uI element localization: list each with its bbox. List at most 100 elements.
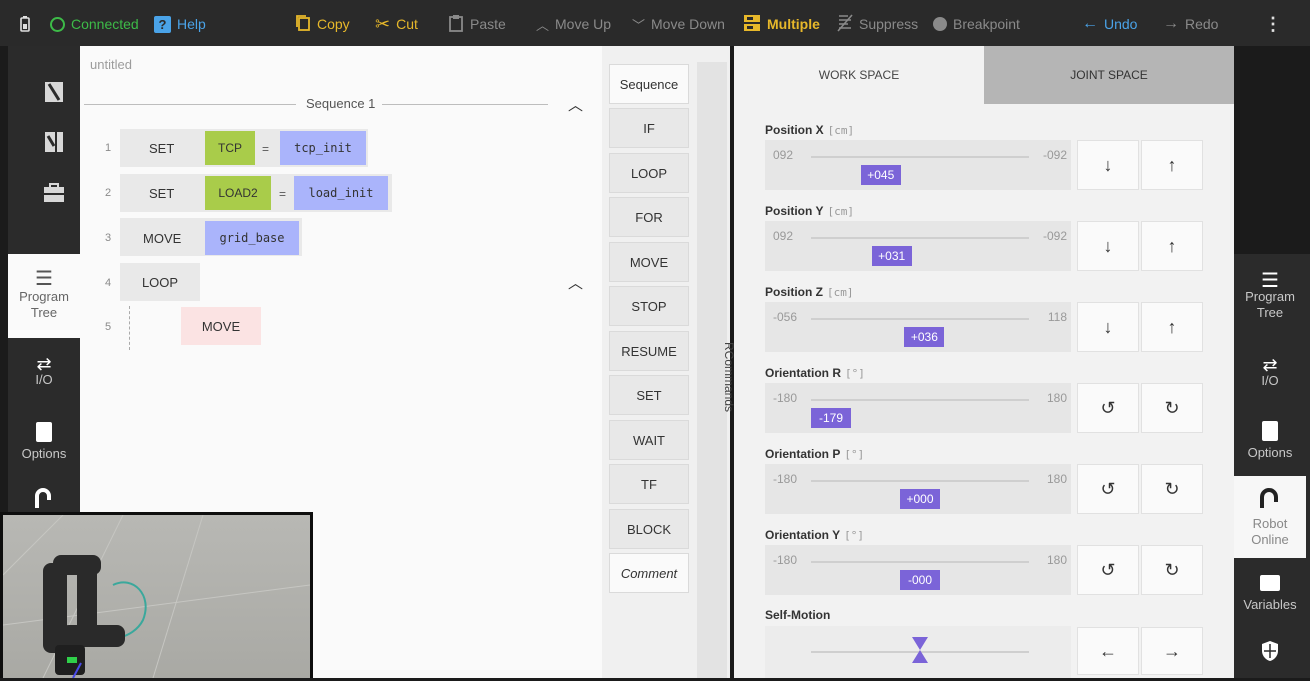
axis-slider[interactable]: -056 118 +036 — [765, 302, 1071, 352]
move-down-button[interactable]: ﹀ Move Down — [632, 14, 725, 34]
axis-slider[interactable]: -180 180 -179 — [765, 383, 1071, 433]
tab-joint-space[interactable]: JOINT SPACE — [984, 46, 1234, 104]
jog-down-button[interactable]: ↓ — [1077, 302, 1139, 352]
loop-collapse-chevron-icon[interactable]: ︿ — [568, 272, 583, 293]
axis-title-label: Orientation Y — [765, 528, 841, 542]
rotate-ccw-button[interactable]: ↺ — [1077, 545, 1139, 595]
axis-slider[interactable]: -180 180 +000 — [765, 464, 1071, 514]
rotate-ccw-button[interactable]: ↺ — [1077, 383, 1139, 433]
jog-down-button[interactable]: ↓ — [1077, 140, 1139, 190]
palette-for-button[interactable]: FOR — [609, 197, 689, 237]
axis-title: Position Y [cm] — [765, 204, 854, 218]
palette-tf-button[interactable]: TF — [609, 464, 689, 504]
left-rail-program-tree[interactable]: ☰ Program Tree — [8, 254, 80, 338]
load-init-value-tag[interactable]: load_init — [294, 176, 388, 210]
slider-max-label: -092 — [1042, 148, 1067, 162]
palette-move-button[interactable]: MOVE — [609, 242, 689, 282]
self-motion-left-button[interactable]: ← — [1077, 627, 1139, 675]
sequence-label: Sequence 1 — [306, 96, 376, 111]
more-menu-icon[interactable]: ⋮ — [1264, 14, 1282, 34]
axis-unit: [°] — [845, 367, 865, 380]
shield-icon — [1260, 640, 1280, 666]
palette-wait-button[interactable]: WAIT — [609, 420, 689, 460]
suppress-button[interactable]: Suppress — [837, 13, 918, 34]
axis-unit: [cm] — [827, 124, 855, 137]
move-up-button[interactable]: ︿ Move Up — [536, 14, 611, 34]
right-rail-robot-online[interactable]: Robot Online — [1234, 476, 1306, 558]
left-rail-io[interactable]: ⇄ I/O — [8, 344, 80, 400]
copy-button[interactable]: Copy — [295, 14, 350, 34]
slider-value-badge[interactable]: -179 — [811, 408, 851, 428]
axis-slider[interactable]: 092 -092 +031 — [765, 221, 1071, 271]
slider-min-label: -180 — [773, 472, 798, 486]
clipboard-icon — [448, 14, 464, 35]
program-row-loop[interactable]: LOOP — [120, 263, 200, 301]
redo-button[interactable]: → Redo — [1163, 14, 1218, 34]
sequence-header[interactable]: Sequence 1 ︿ — [84, 94, 604, 115]
right-rail-variables[interactable]: Variables — [1234, 566, 1306, 622]
collapse-chevron-icon[interactable]: ︿ — [568, 94, 583, 115]
palette-comment-button[interactable]: Comment — [609, 553, 689, 593]
battery-icon — [20, 14, 30, 34]
cut-button[interactable]: ✂ Cut — [375, 14, 418, 34]
tab-work-space[interactable]: WORK SPACE — [734, 46, 984, 104]
self-motion-slider[interactable] — [765, 626, 1071, 678]
multiple-button[interactable]: Multiple — [743, 14, 820, 34]
rotate-ccw-icon: ↺ — [1100, 478, 1116, 499]
jog-down-button[interactable]: ↓ — [1077, 221, 1139, 271]
slider-value-badge[interactable]: +000 — [900, 489, 940, 509]
undo-button[interactable]: ← Undo — [1082, 14, 1137, 34]
rotate-cw-button[interactable]: ↻ — [1141, 545, 1203, 595]
axis-title-label: Position Y — [765, 204, 824, 218]
tcp-variable-tag[interactable]: TCP — [205, 131, 255, 165]
slider-value-badge[interactable]: +045 — [860, 165, 901, 185]
axis-title-label: Position X — [765, 123, 824, 137]
program-row-move-empty[interactable]: MOVE — [181, 307, 261, 345]
palette-if-button[interactable]: IF — [609, 108, 689, 148]
jog-up-button[interactable]: ↑ — [1141, 140, 1203, 190]
self-motion-right-button[interactable]: → — [1141, 627, 1203, 675]
palette-block-button[interactable]: BLOCK — [609, 509, 689, 549]
load2-variable-tag[interactable]: LOAD2 — [205, 176, 271, 210]
palette-sequence-button[interactable]: Sequence — [609, 64, 689, 104]
axis-slider[interactable]: 092 -092 +045 — [765, 140, 1071, 190]
left-rail-robot-icon[interactable] — [8, 484, 80, 512]
right-rail-options[interactable]: Options — [1234, 412, 1306, 470]
axis-unit: [cm] — [827, 286, 854, 299]
row-number: 2 — [104, 187, 112, 199]
grid-base-value-tag[interactable]: grid_base — [205, 221, 299, 255]
axis-title: Position X [cm] — [765, 123, 854, 137]
tcp-init-value-tag[interactable]: tcp_init — [280, 131, 366, 165]
slider-max-label: -092 — [1042, 229, 1067, 243]
rotate-cw-button[interactable]: ↻ — [1141, 464, 1203, 514]
connection-status[interactable]: Connected — [50, 14, 139, 34]
right-rail-program-tree[interactable]: ☰ Program Tree — [1234, 262, 1306, 332]
palette-stop-button[interactable]: STOP — [609, 286, 689, 326]
slider-value-badge[interactable]: -000 — [900, 570, 940, 590]
right-rail-shield[interactable] — [1234, 634, 1306, 672]
rotate-cw-icon: ↻ — [1164, 559, 1180, 580]
hourglass-handle-icon[interactable] — [911, 636, 929, 664]
help-button[interactable]: ? Help — [154, 14, 206, 34]
left-rail-options[interactable]: Options — [8, 414, 80, 470]
palette-set-button[interactable]: SET — [609, 375, 689, 415]
axis-slider[interactable]: -180 180 -000 — [765, 545, 1071, 595]
right-rail-io[interactable]: ⇄ I/O — [1234, 346, 1306, 400]
rotate-ccw-button[interactable]: ↺ — [1077, 464, 1139, 514]
slider-value-badge[interactable]: +036 — [904, 327, 945, 347]
jog-up-button[interactable]: ↑ — [1141, 302, 1203, 352]
rotate-cw-button[interactable]: ↻ — [1141, 383, 1203, 433]
breakpoint-button[interactable]: Breakpoint — [933, 14, 1020, 34]
rotate-ccw-icon: ↺ — [1100, 397, 1116, 418]
rail-robot-b-icon[interactable] — [36, 124, 72, 160]
paste-button[interactable]: Paste — [448, 14, 506, 34]
rail-toolbox-icon[interactable] — [36, 175, 72, 211]
slider-value-badge[interactable]: +031 — [871, 246, 912, 266]
jog-up-button[interactable]: ↑ — [1141, 221, 1203, 271]
swap-arrows-icon: ⇄ — [1262, 355, 1278, 375]
palette-loop-button[interactable]: LOOP — [609, 153, 689, 193]
row-number: 5 — [104, 321, 112, 333]
arrow-right-icon: → — [1163, 640, 1181, 661]
rail-robot-a-icon[interactable] — [36, 74, 72, 110]
palette-resume-button[interactable]: RESUME — [609, 331, 689, 371]
